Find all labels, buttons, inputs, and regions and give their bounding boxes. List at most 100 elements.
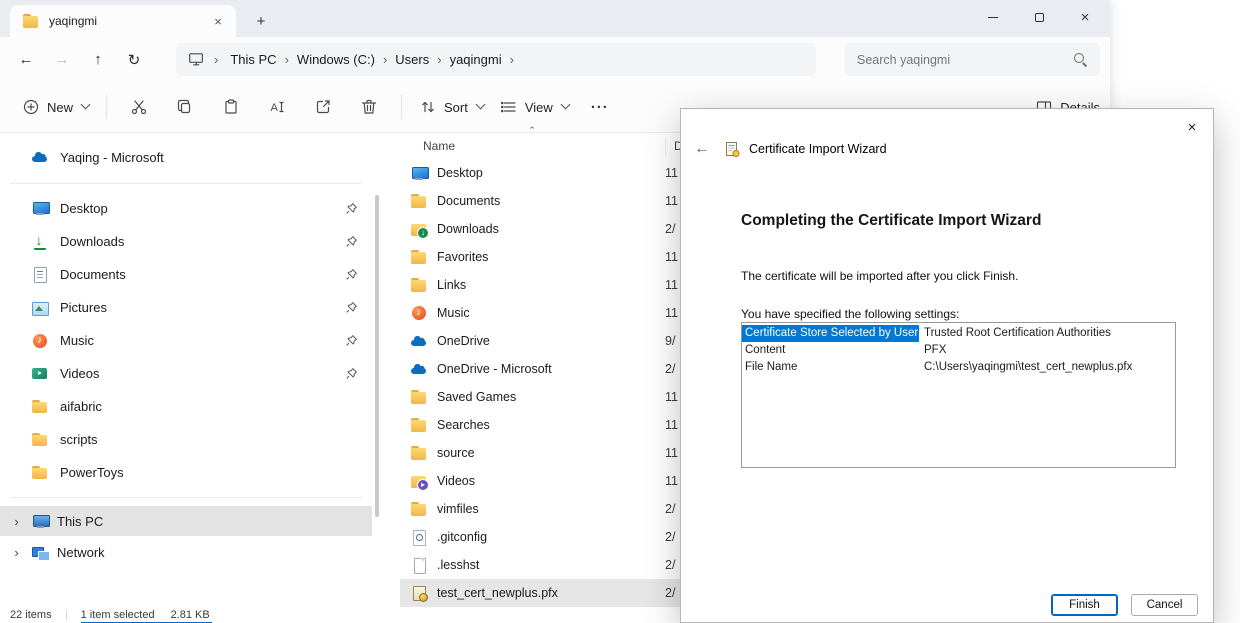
videos-icon bbox=[31, 366, 49, 382]
selected-size: 2.81 KB bbox=[171, 609, 210, 621]
sidebar-item-this-pc[interactable]: › This PC bbox=[0, 506, 372, 536]
onedrive-cloud-icon bbox=[31, 149, 49, 165]
pin-icon bbox=[345, 202, 358, 215]
breadcrumb-yaqingmi[interactable]: yaqingmi bbox=[447, 49, 505, 70]
dialog-close-button[interactable]: × bbox=[1176, 114, 1208, 140]
forward-button[interactable]: → bbox=[44, 43, 80, 77]
sidebar-item-powertoys[interactable]: PowerToys bbox=[4, 456, 368, 489]
settings-row[interactable]: File Name C:\Users\yaqingmi\test_cert_ne… bbox=[742, 359, 1175, 376]
breadcrumb-windows-c[interactable]: Windows (C:) bbox=[294, 49, 378, 70]
address-bar[interactable]: › This PC›Windows (C:)›Users›yaqingmi› bbox=[176, 43, 816, 76]
pin-icon-glyph bbox=[345, 301, 358, 314]
cancel-button[interactable]: Cancel bbox=[1131, 594, 1198, 616]
breadcrumb-users[interactable]: Users bbox=[392, 49, 432, 70]
sidebar-item-pictures[interactable]: Pictures bbox=[4, 291, 368, 324]
close-button[interactable]: × bbox=[1062, 0, 1108, 34]
expand-chevron-icon[interactable]: › bbox=[10, 545, 23, 560]
music-icon bbox=[410, 305, 428, 321]
sidebar-item-videos[interactable]: Videos bbox=[4, 357, 368, 390]
sidebar-item-aifabric[interactable]: aifabric bbox=[4, 390, 368, 423]
finish-button[interactable]: Finish bbox=[1051, 594, 1118, 616]
sort-button[interactable]: Sort bbox=[411, 89, 492, 125]
folder-icon bbox=[410, 193, 428, 209]
svg-text:A: A bbox=[271, 102, 279, 114]
toolbar-divider bbox=[106, 95, 107, 119]
minimize-icon bbox=[988, 17, 998, 18]
tab-title: yaqingmi bbox=[49, 14, 199, 28]
new-label: New bbox=[47, 100, 73, 115]
pin-icon-glyph bbox=[345, 202, 358, 215]
status-bar: 22 items 1 item selected 2.81 KB bbox=[0, 607, 210, 623]
this-pc-icon bbox=[31, 513, 49, 529]
column-header-name[interactable]: Name bbox=[400, 139, 455, 153]
music-icon bbox=[31, 333, 49, 349]
refresh-button[interactable]: ↻ bbox=[116, 43, 152, 77]
rename-icon: A bbox=[268, 98, 286, 116]
sidebar-item-label: Yaqing - Microsoft bbox=[60, 150, 164, 165]
view-button[interactable]: View bbox=[492, 89, 577, 125]
sidebar-item-downloads[interactable]: Downloads bbox=[4, 225, 368, 258]
sidebar-item-desktop[interactable]: Desktop bbox=[4, 192, 368, 225]
cut-button[interactable] bbox=[116, 89, 162, 125]
settings-row[interactable]: Certificate Store Selected by User Trust… bbox=[742, 325, 1175, 342]
explorer-tab[interactable]: yaqingmi × bbox=[10, 5, 236, 37]
folder-icon bbox=[31, 399, 49, 415]
sidebar-item-network[interactable]: › Network bbox=[0, 537, 372, 567]
sidebar-item-scripts[interactable]: scripts bbox=[4, 423, 368, 456]
copy-button[interactable] bbox=[162, 89, 208, 125]
copy-icon bbox=[176, 98, 194, 116]
sidebar-scrollbar[interactable] bbox=[375, 195, 379, 517]
sidebar-item-documents[interactable]: Documents bbox=[4, 258, 368, 291]
expand-chevron-icon[interactable]: › bbox=[10, 514, 23, 529]
scissors-icon bbox=[130, 98, 148, 116]
back-button[interactable]: ← bbox=[8, 43, 44, 77]
tab-close-icon[interactable]: × bbox=[208, 11, 228, 31]
tab-strip: yaqingmi × + × bbox=[0, 0, 1110, 37]
paste-button[interactable] bbox=[208, 89, 254, 125]
sidebar-item-music[interactable]: Music bbox=[4, 324, 368, 357]
folder-icon bbox=[31, 432, 49, 448]
dialog-title: Certificate Import Wizard bbox=[749, 142, 887, 156]
desktop-icon bbox=[31, 201, 49, 217]
pin-icon bbox=[345, 367, 358, 380]
folder-icon bbox=[410, 389, 428, 405]
up-button[interactable]: ↑ bbox=[80, 43, 116, 77]
rename-button[interactable]: A bbox=[254, 89, 300, 125]
new-tab-button[interactable]: + bbox=[248, 9, 274, 33]
ellipsis-icon: ··· bbox=[591, 99, 609, 116]
folder-download-icon bbox=[410, 221, 428, 237]
breadcrumb-this-pc[interactable]: This PC bbox=[227, 49, 279, 70]
more-options-button[interactable]: ··· bbox=[577, 89, 623, 125]
certificate-icon bbox=[410, 585, 428, 601]
pin-icon-glyph bbox=[345, 367, 358, 380]
settings-row[interactable]: Content PFX bbox=[742, 342, 1175, 359]
delete-button[interactable] bbox=[346, 89, 392, 125]
desktop-screen: yaqingmi × + × ← → ↑ ↻ › This PC›Windows… bbox=[0, 0, 1240, 623]
chevron-right-icon[interactable]: › bbox=[507, 52, 517, 67]
sidebar-item-onedrive-yaqing[interactable]: Yaqing - Microsoft bbox=[4, 139, 368, 175]
wizard-info-text: The certificate will be imported after y… bbox=[741, 269, 1018, 283]
cloud-icon bbox=[410, 333, 428, 349]
dialog-back-button[interactable]: ← bbox=[694, 140, 716, 158]
settings-list[interactable]: Certificate Store Selected by User Trust… bbox=[741, 322, 1176, 468]
minimize-button[interactable] bbox=[970, 0, 1016, 34]
item-count: 22 items bbox=[10, 609, 52, 621]
window-controls: × bbox=[970, 0, 1108, 34]
sort-ascending-icon: ˆ bbox=[530, 124, 534, 139]
cloud-icon bbox=[410, 361, 428, 377]
chevron-right-icon[interactable]: › bbox=[380, 52, 390, 67]
maximize-button[interactable] bbox=[1016, 0, 1062, 34]
selection-info: 1 item selected 2.81 KB bbox=[81, 609, 210, 621]
wizard-settings-label: You have specified the following setting… bbox=[741, 307, 959, 321]
new-button[interactable]: New bbox=[14, 89, 97, 125]
breadcrumb-path: This PC›Windows (C:)›Users›yaqingmi› bbox=[227, 49, 517, 70]
folder-icon bbox=[410, 417, 428, 433]
pin-icon bbox=[345, 301, 358, 314]
pin-icon-glyph bbox=[345, 268, 358, 281]
sidebar-item-label: Network bbox=[57, 545, 105, 560]
search-box[interactable]: Search yaqingmi bbox=[845, 43, 1100, 76]
share-button[interactable] bbox=[300, 89, 346, 125]
chevron-right-icon[interactable]: › bbox=[282, 52, 292, 67]
folder-icon bbox=[410, 501, 428, 517]
chevron-right-icon[interactable]: › bbox=[434, 52, 444, 67]
